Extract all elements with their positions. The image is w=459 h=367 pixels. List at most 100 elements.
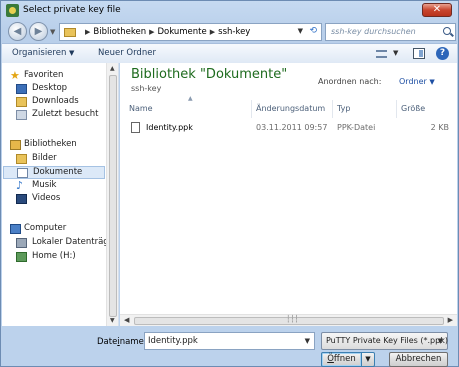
chevron-down-icon[interactable]: ▼ — [305, 337, 310, 345]
column-header-label: Größe — [401, 104, 426, 113]
recent-locations-dropdown[interactable]: ▼ — [50, 28, 55, 36]
column-header-size[interactable]: Größe — [397, 100, 453, 118]
close-icon: ✕ — [432, 4, 442, 15]
help-icon[interactable]: ? — [436, 47, 449, 60]
file-type-select[interactable]: PuTTY Private Key Files (*.ppk) ▼ — [321, 332, 448, 350]
nav-item-desktop[interactable]: Desktop — [2, 83, 106, 96]
search-icon[interactable] — [443, 27, 451, 35]
local-drive-icon — [16, 238, 27, 248]
network-drive-icon — [16, 252, 27, 262]
documents-icon — [17, 168, 28, 178]
forward-arrow-icon: ▶ — [34, 26, 43, 37]
chevron-down-icon: ▼ — [69, 49, 75, 57]
computer-icon — [10, 224, 21, 234]
breadcrumb-item[interactable]: Bibliotheken — [93, 27, 146, 37]
open-button[interactable]: Öffnen — [321, 352, 361, 367]
new-folder-button[interactable]: Neuer Ordner — [98, 48, 156, 58]
column-header-name[interactable]: Name — [125, 100, 252, 118]
nav-item-home-drive[interactable]: Home (H:) — [2, 251, 106, 264]
breadcrumb-separator-icon[interactable]: ▶ — [149, 28, 154, 36]
organize-button[interactable]: Organisieren ▼ — [12, 48, 74, 58]
back-arrow-icon: ◀ — [13, 26, 22, 37]
navigation-pane: ★ Favoriten Desktop Downloads Zuletzt be… — [2, 63, 119, 326]
file-name: Identity.ppk — [146, 123, 193, 132]
nav-item-label: Musik — [32, 180, 57, 190]
chevron-down-icon: ▼ — [437, 337, 443, 345]
nav-item-label: Desktop — [32, 83, 68, 93]
nav-computer-label: Computer — [24, 223, 67, 233]
breadcrumb-item[interactable]: Dokumente — [157, 27, 206, 37]
forward-button[interactable]: ▶ — [29, 22, 48, 41]
view-options-icon[interactable] — [376, 50, 387, 58]
libraries-icon — [10, 140, 21, 150]
nav-vertical-scrollbar[interactable]: ▲ ▼ — [106, 63, 118, 326]
nav-favorites[interactable]: ★ Favoriten — [2, 70, 106, 83]
back-button[interactable]: ◀ — [8, 22, 27, 41]
putty-app-icon — [6, 4, 19, 17]
folder-icon — [64, 28, 76, 37]
search-box[interactable]: ssh-key durchsuchen — [325, 23, 456, 41]
column-header-modified[interactable]: Änderungsdatum — [252, 100, 333, 118]
filename-value: Identity.ppk — [148, 336, 198, 346]
nav-item-label: Home (H:) — [32, 251, 76, 261]
music-icon: ♪ — [16, 179, 24, 192]
refresh-icon[interactable]: ⟲ — [309, 26, 317, 36]
arrange-by-label: Anordnen nach: — [318, 77, 382, 86]
address-bar[interactable]: ▶ Bibliotheken ▶ Dokumente ▶ ssh-key ▼ ⟲ — [59, 23, 322, 41]
open-label-accesskey: Ö — [327, 354, 334, 364]
nav-item-videos[interactable]: Videos — [2, 193, 106, 206]
file-icon — [131, 122, 140, 133]
breadcrumb-separator-icon[interactable]: ▶ — [85, 28, 90, 36]
close-button[interactable]: ✕ — [422, 3, 452, 17]
nav-item-music[interactable]: ♪ Musik — [2, 180, 106, 193]
file-list-pane: Bibliothek "Dokumente" ssh-key Anordnen … — [120, 63, 457, 326]
nav-item-pictures[interactable]: Bilder — [2, 153, 106, 166]
nav-item-downloads[interactable]: Downloads — [2, 96, 106, 109]
organize-label: Organisieren — [12, 48, 67, 58]
library-title: Bibliothek "Dokumente" — [131, 67, 288, 82]
title-bar: Select private key file ✕ — [1, 1, 458, 20]
file-modified: 03.11.2011 09:57 — [256, 123, 328, 132]
chevron-down-icon: ▼ — [365, 355, 371, 363]
filename-input[interactable]: Identity.ppk ▼ — [144, 332, 315, 350]
nav-item-label: Dokumente — [33, 167, 83, 177]
scrollbar-thumb[interactable] — [109, 75, 117, 317]
file-dialog-window: Select private key file ✕ ◀ ▶ ▼ ▶ Bibliot… — [0, 0, 459, 367]
filename-label-part: Date — [97, 337, 118, 347]
scroll-right-icon[interactable]: ▶ — [448, 316, 453, 324]
scroll-up-icon[interactable]: ▲ — [110, 65, 115, 72]
nav-item-local-drive[interactable]: Lokaler Datenträg — [2, 237, 109, 250]
recent-places-icon — [16, 110, 27, 120]
nav-item-label: Downloads — [32, 96, 79, 106]
address-dropdown-icon[interactable]: ▼ — [298, 27, 303, 35]
nav-item-label: Bilder — [32, 153, 57, 163]
column-header-label: Typ — [337, 104, 351, 113]
nav-libraries-label: Bibliotheken — [24, 139, 77, 149]
scroll-left-icon[interactable]: ◀ — [124, 316, 129, 324]
open-options-dropdown[interactable]: ▼ — [361, 352, 375, 367]
open-label-part: ffnen — [333, 354, 356, 364]
nav-libraries[interactable]: Bibliotheken — [2, 139, 106, 152]
column-header-label: Name — [129, 104, 153, 113]
nav-computer[interactable]: Computer — [2, 223, 106, 236]
arrange-by-dropdown[interactable]: Ordner ▼ — [399, 77, 435, 86]
cancel-button[interactable]: Abbrechen — [389, 352, 448, 367]
nav-item-documents[interactable]: Dokumente — [3, 166, 105, 179]
view-dropdown-icon[interactable]: ▼ — [393, 49, 398, 57]
preview-pane-icon[interactable] — [413, 48, 425, 59]
nav-item-recent[interactable]: Zuletzt besucht — [2, 109, 106, 122]
breadcrumb-item[interactable]: ssh-key — [218, 27, 250, 37]
column-header-type[interactable]: Typ — [333, 100, 397, 118]
nav-item-label: Lokaler Datenträg — [32, 237, 109, 247]
scroll-down-icon[interactable]: ▼ — [110, 317, 115, 324]
file-size: 2 KB — [430, 123, 449, 132]
chevron-down-icon: ▼ — [429, 78, 435, 86]
breadcrumb-separator-icon[interactable]: ▶ — [210, 28, 215, 36]
nav-favorites-label: Favoriten — [24, 70, 64, 80]
file-type-value: PuTTY Private Key Files (*.ppk) — [326, 336, 448, 345]
breadcrumb: ▶ Bibliotheken ▶ Dokumente ▶ ssh-key — [82, 27, 250, 37]
address-row: ◀ ▶ ▼ ▶ Bibliotheken ▶ Dokumente ▶ ssh-key ▼ … — [4, 21, 456, 43]
file-row[interactable]: Identity.ppk 03.11.2011 09:57 PPK-Datei … — [125, 121, 455, 135]
filename-label: Dateiname: — [97, 337, 147, 347]
horizontal-scrollbar[interactable]: ◀ ┆┆┆ ▶ — [120, 314, 457, 326]
